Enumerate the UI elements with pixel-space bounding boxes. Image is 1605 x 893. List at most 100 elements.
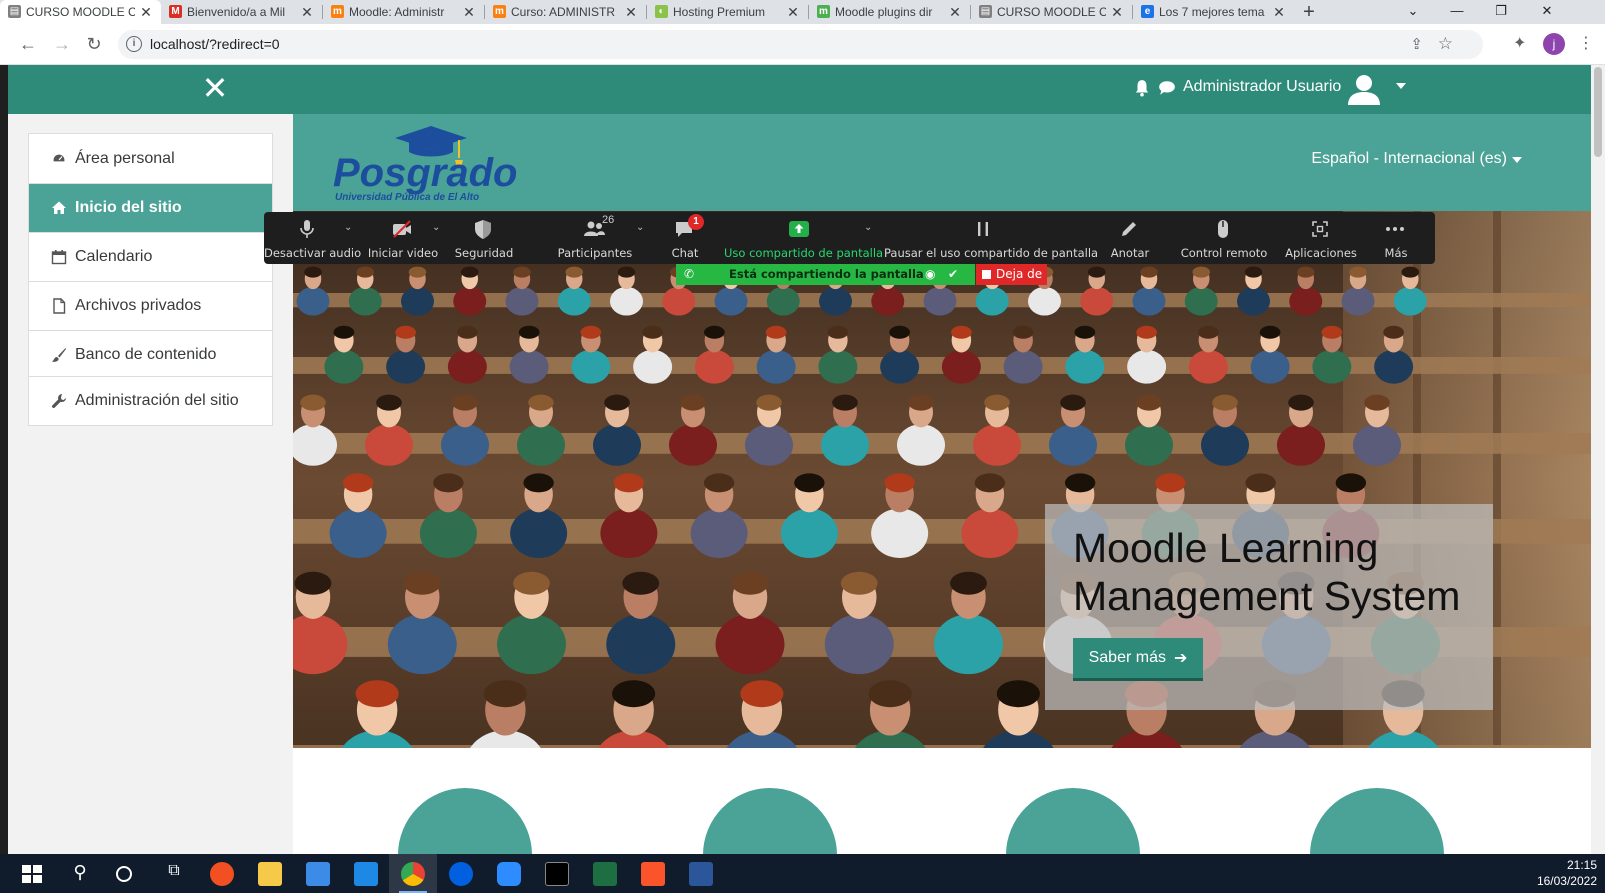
tab-search-chevron-icon[interactable]: ⌄ — [1391, 0, 1435, 24]
file-icon — [53, 298, 66, 314]
hero-carousel: Moodle Learning Management System Saber … — [293, 211, 1597, 748]
user-avatar-icon[interactable] — [1346, 71, 1382, 107]
tab-close-icon[interactable]: ✕ — [1272, 4, 1286, 21]
new-tab-button[interactable]: + — [1294, 1, 1324, 24]
tab-close-icon[interactable]: ✕ — [1110, 4, 1124, 21]
excel-icon[interactable] — [593, 862, 617, 886]
feature-circle-3[interactable] — [1006, 788, 1140, 854]
home-icon — [52, 201, 66, 214]
zoom-options-chevron-icon[interactable]: ⌄ — [636, 222, 644, 233]
word-icon[interactable] — [689, 862, 713, 886]
stop-square-icon — [982, 270, 991, 279]
brave-icon[interactable] — [641, 862, 665, 886]
close-drawer-icon[interactable]: ✕ — [200, 72, 230, 104]
user-menu-caret-icon[interactable] — [1396, 83, 1406, 89]
store-icon[interactable] — [306, 862, 330, 886]
url-text[interactable]: localhost/?redirect=0 — [150, 36, 280, 52]
zoom-more-button[interactable]: Más — [1364, 212, 1428, 264]
sidebar-item-brush[interactable]: Banco de contenido — [29, 330, 272, 379]
browser-tab[interactable]: ▤ CURSO MOODLE C ✕ — [0, 0, 161, 24]
zoom-options-chevron-icon[interactable]: ⌄ — [864, 222, 872, 233]
sidebar-item-home[interactable]: Inicio del sitio — [29, 183, 272, 232]
tab-close-icon[interactable]: ✕ — [786, 4, 800, 21]
close-window-button[interactable]: ✕ — [1525, 0, 1569, 24]
browser-tab[interactable]: M Bienvenido/a a Mil ✕ — [161, 0, 322, 24]
browser-tab[interactable]: ◐ Hosting Premium ✕ — [647, 0, 808, 24]
tab-close-icon[interactable]: ✕ — [948, 4, 962, 21]
stop-share-button[interactable]: Deja de — [976, 264, 1047, 285]
zoom-apps-button[interactable]: Aplicaciones — [1282, 212, 1360, 264]
sidebar-item-dashboard[interactable]: Área personal — [29, 134, 272, 183]
tab-close-icon[interactable]: ✕ — [139, 4, 153, 21]
share-icon[interactable]: ⇪ — [1410, 35, 1423, 53]
zoom-video-off-button[interactable]: Iniciar video — [364, 212, 442, 264]
back-arrow-icon[interactable]: ← — [16, 32, 40, 56]
security-check-icon: ✔ — [948, 267, 959, 281]
zoom-microphone-button[interactable]: Desactivar audio — [264, 212, 361, 264]
info-icon[interactable]: i — [126, 36, 142, 52]
feature-circle-1[interactable] — [398, 788, 532, 854]
zoom-pause-button[interactable]: Pausar el uso compartido de pantalla — [884, 212, 1098, 264]
tab-close-icon[interactable]: ✕ — [624, 4, 638, 21]
notification-bell-icon[interactable] — [1133, 79, 1151, 97]
zoom-share-screen-button[interactable]: Uso compartido de pantalla — [724, 212, 883, 264]
windows-start-icon[interactable] — [20, 862, 44, 886]
mail-icon[interactable] — [354, 862, 378, 886]
wrench-icon — [52, 394, 66, 408]
zoom-mouse-button[interactable]: Control remoto — [1170, 212, 1278, 264]
chrome-icon[interactable] — [401, 862, 425, 886]
scrollbar-thumb[interactable] — [1594, 67, 1602, 157]
omnibox[interactable]: i localhost/?redirect=0 ⇪ ☆ — [118, 30, 1483, 59]
zoom-chat-button[interactable]: Chat — [656, 212, 714, 264]
browser-tab[interactable]: m Moodle plugins dir ✕ — [809, 0, 970, 24]
browser-menu-icon[interactable]: ⋮ — [1578, 33, 1594, 53]
messages-icon[interactable] — [1158, 79, 1176, 97]
arrow-right-icon: ➔ — [1173, 650, 1188, 667]
feature-circle-2[interactable] — [703, 788, 837, 854]
sidebar-item-site-admin[interactable]: Administración del sitio — [29, 377, 272, 425]
tab-favicon-icon: m — [493, 5, 506, 18]
zoom-shield-button[interactable]: Seguridad — [450, 212, 518, 264]
zoom-button-label: Aplicaciones — [1285, 246, 1357, 260]
zoom-options-chevron-icon[interactable]: ⌄ — [344, 222, 352, 233]
zoom-options-chevron-icon[interactable]: ⌄ — [432, 222, 440, 233]
saber-mas-button[interactable]: Saber más ➔ — [1073, 638, 1203, 681]
zoom-button-label: Participantes — [557, 246, 633, 260]
reload-icon[interactable]: ↻ — [82, 32, 106, 56]
posgrado-logo[interactable]: Posgrado Universidad Pública de El Alto — [333, 124, 523, 204]
file-explorer-icon[interactable] — [258, 862, 282, 886]
clock-date: 16/03/2022 — [1536, 874, 1597, 888]
tab-title: Moodle plugins dir — [835, 5, 933, 19]
restore-button[interactable]: ❐ — [1479, 0, 1523, 24]
zoom-participants-button[interactable]: Participantes — [540, 212, 650, 264]
firefox-icon[interactable] — [449, 862, 473, 886]
sidebar-item-calendar[interactable]: Calendario — [29, 232, 272, 281]
bookmark-star-icon[interactable]: ☆ — [1438, 34, 1453, 54]
browser-tab[interactable]: m Curso: ADMINISTR ✕ — [485, 0, 646, 24]
feature-circles — [293, 748, 1597, 854]
sidebar-item-file[interactable]: Archivos privados — [29, 281, 272, 330]
browser-tab[interactable]: m Moodle: Administr ✕ — [323, 0, 484, 24]
system-clock[interactable]: 21:15 16/03/2022 — [1537, 857, 1597, 889]
zoom-pencil-button[interactable]: Anotar — [1100, 212, 1160, 264]
profile-avatar[interactable]: j — [1543, 33, 1565, 55]
terminal-icon[interactable] — [545, 862, 569, 886]
tab-close-icon[interactable]: ✕ — [300, 4, 314, 21]
zoom-button-label: Seguridad — [454, 246, 514, 260]
feature-circle-4[interactable] — [1310, 788, 1444, 854]
language-caret-icon[interactable] — [1512, 157, 1522, 163]
extensions-puzzle-icon[interactable]: ✦ — [1513, 33, 1526, 53]
tab-close-icon[interactable]: ✕ — [462, 4, 476, 21]
page-scrollbar[interactable] — [1591, 65, 1605, 854]
browser-tab[interactable]: e Los 7 mejores tema ✕ — [1133, 0, 1294, 24]
task-view-icon[interactable]: ⧉ — [162, 862, 186, 886]
app-icon-orange[interactable] — [210, 862, 234, 886]
language-selector[interactable]: Español - Internacional (es) — [1311, 150, 1507, 168]
cortana-icon[interactable] — [116, 866, 132, 882]
minimize-button[interactable]: — — [1435, 0, 1479, 24]
browser-tab[interactable]: ▤ CURSO MOODLE C ✕ — [971, 0, 1132, 24]
forward-arrow-icon[interactable]: → — [50, 32, 74, 56]
zoom-app-icon[interactable] — [497, 862, 521, 886]
user-name[interactable]: Administrador Usuario — [1183, 78, 1341, 96]
search-icon[interactable]: ⚲ — [68, 862, 92, 886]
